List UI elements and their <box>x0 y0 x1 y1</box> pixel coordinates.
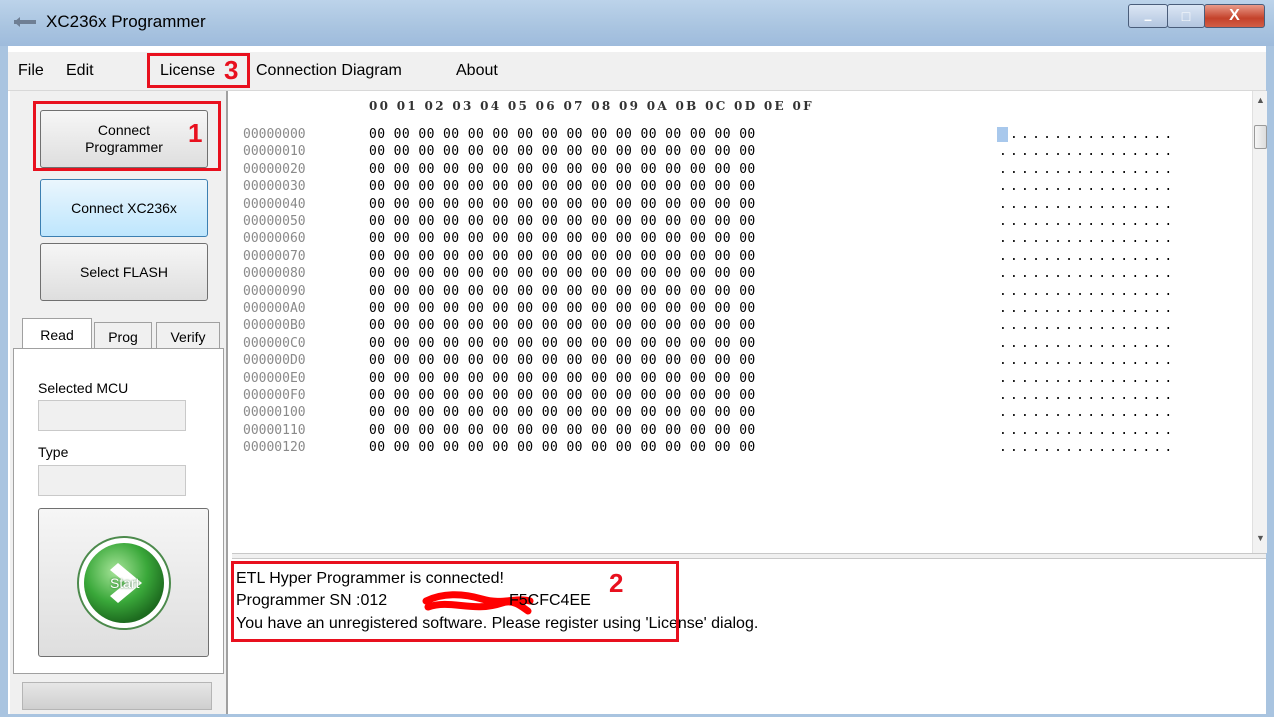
hex-bytes: 00 00 00 00 00 00 00 00 00 00 00 00 00 0… <box>369 318 756 334</box>
hex-bytes: 00 00 00 00 00 00 00 00 00 00 00 00 00 0… <box>369 301 756 316</box>
maximize-button[interactable]: □ <box>1167 4 1205 28</box>
hex-address: 00000070 <box>243 248 306 264</box>
hex-bytes: 00 00 00 00 00 00 00 00 00 00 00 00 00 0… <box>369 127 756 142</box>
tab-prog[interactable]: Prog <box>94 322 152 350</box>
menu-edit[interactable]: Edit <box>66 62 94 80</box>
hex-ascii: ................ <box>999 196 1176 212</box>
hex-ascii: ................ <box>999 301 1176 316</box>
annotation-1: 1 <box>188 118 203 148</box>
hex-ascii: ................ <box>999 388 1176 403</box>
annotation-2: 2 <box>609 568 624 598</box>
hex-address: 000000D0 <box>243 353 306 369</box>
progress-bar <box>22 682 212 710</box>
hex-address: 00000010 <box>243 144 306 160</box>
hex-ascii: ................ <box>999 318 1176 334</box>
connect-xc236x-button[interactable]: Connect XC236x <box>40 179 208 237</box>
hex-address: 00000110 <box>243 422 306 438</box>
menu-about[interactable]: About <box>456 62 498 80</box>
maximize-icon: □ <box>1181 8 1191 24</box>
hex-address: 00000000 <box>243 127 306 142</box>
hex-bytes: 00 00 00 00 00 00 00 00 00 00 00 00 00 0… <box>369 405 756 421</box>
window-frame-right <box>1266 46 1274 717</box>
menu-connection-diagram[interactable]: Connection Diagram <box>256 62 402 80</box>
tab-read-label: Read <box>40 326 74 343</box>
hex-bytes: 00 00 00 00 00 00 00 00 00 00 00 00 00 0… <box>369 440 756 456</box>
close-button[interactable]: X <box>1204 4 1265 28</box>
hex-ascii: ................ <box>999 283 1176 299</box>
hex-bytes: 00 00 00 00 00 00 00 00 00 00 00 00 00 0… <box>369 422 756 438</box>
hex-address: 000000B0 <box>243 318 306 334</box>
selected-mcu-label: Selected MCU <box>38 380 129 396</box>
connect-xc236x-label: Connect XC236x <box>71 199 177 216</box>
annotation-3: 3 <box>224 55 239 85</box>
select-flash-button[interactable]: Select FLASH <box>40 243 208 301</box>
tab-prog-label: Prog <box>108 328 138 345</box>
hex-bytes: 00 00 00 00 00 00 00 00 00 00 00 00 00 0… <box>369 283 756 299</box>
hex-ascii: ................ <box>999 335 1176 351</box>
hex-ascii: ................ <box>999 231 1176 247</box>
start-label: Start <box>110 575 140 591</box>
hex-ascii: ................ <box>999 127 1176 142</box>
hex-bytes: 00 00 00 00 00 00 00 00 00 00 00 00 00 0… <box>369 335 756 351</box>
hex-address: 00000100 <box>243 405 306 421</box>
hex-column-header: 00 01 02 03 04 05 06 07 08 09 0A 0B 0C 0… <box>369 99 814 113</box>
hex-ascii: ................ <box>999 422 1176 438</box>
window-frame-left <box>0 46 8 717</box>
hex-ascii: ................ <box>999 405 1176 421</box>
select-flash-label: Select FLASH <box>80 263 168 280</box>
minimize-icon: – <box>1144 11 1152 27</box>
hex-bytes: 00 00 00 00 00 00 00 00 00 00 00 00 00 0… <box>369 144 756 160</box>
tab-verify[interactable]: Verify <box>156 322 220 350</box>
hex-ascii: ................ <box>999 214 1176 229</box>
hex-bytes: 00 00 00 00 00 00 00 00 00 00 00 00 00 0… <box>369 266 756 282</box>
scroll-thumb[interactable] <box>1254 125 1267 149</box>
hex-ascii: ................ <box>999 440 1176 456</box>
hex-ascii: ................ <box>999 248 1176 264</box>
hex-address: 00000090 <box>243 283 306 299</box>
hex-address: 00000040 <box>243 196 306 212</box>
hex-address: 000000E0 <box>243 370 306 386</box>
hex-address: 000000C0 <box>243 335 306 351</box>
hex-ascii: ................ <box>999 144 1176 160</box>
hex-bytes: 00 00 00 00 00 00 00 00 00 00 00 00 00 0… <box>369 179 756 195</box>
hex-ascii: ................ <box>999 179 1176 195</box>
hex-address: 00000120 <box>243 440 306 456</box>
hex-bytes: 00 00 00 00 00 00 00 00 00 00 00 00 00 0… <box>369 388 756 403</box>
hex-address: 000000A0 <box>243 301 306 316</box>
minimize-button[interactable]: – <box>1128 4 1168 28</box>
window-title: XC236x Programmer <box>46 12 206 31</box>
tab-verify-label: Verify <box>170 328 206 345</box>
type-field <box>38 465 186 496</box>
hex-ascii: ................ <box>999 266 1176 282</box>
hex-ascii: ................ <box>999 353 1176 369</box>
hex-ascii: ................ <box>999 370 1176 386</box>
scroll-up-icon[interactable]: ▲ <box>1256 95 1265 105</box>
hex-address: 000000F0 <box>243 388 306 403</box>
hex-address: 00000020 <box>243 161 306 177</box>
hex-address: 00000030 <box>243 179 306 195</box>
hex-cursor <box>997 127 1008 142</box>
hex-bytes: 00 00 00 00 00 00 00 00 00 00 00 00 00 0… <box>369 161 756 177</box>
hex-view[interactable]: 00 01 02 03 04 05 06 07 08 09 0A 0B 0C 0… <box>232 91 1252 553</box>
hex-bytes: 00 00 00 00 00 00 00 00 00 00 00 00 00 0… <box>369 231 756 247</box>
close-icon: X <box>1229 7 1240 24</box>
hex-bytes: 00 00 00 00 00 00 00 00 00 00 00 00 00 0… <box>369 248 756 264</box>
hex-address: 00000050 <box>243 214 306 229</box>
hex-ascii: ................ <box>999 161 1176 177</box>
hex-scrollbar[interactable]: ▲ ▼ <box>1252 91 1267 553</box>
hex-address: 00000060 <box>243 231 306 247</box>
tab-read[interactable]: Read <box>22 318 92 350</box>
hex-bytes: 00 00 00 00 00 00 00 00 00 00 00 00 00 0… <box>369 370 756 386</box>
type-label: Type <box>38 444 69 460</box>
scroll-down-icon[interactable]: ▼ <box>1256 533 1265 543</box>
hex-address: 00000080 <box>243 266 306 282</box>
menu-file[interactable]: File <box>18 62 44 80</box>
app-icon <box>14 17 36 27</box>
hex-bytes: 00 00 00 00 00 00 00 00 00 00 00 00 00 0… <box>369 196 756 212</box>
hex-bytes: 00 00 00 00 00 00 00 00 00 00 00 00 00 0… <box>369 214 756 229</box>
selected-mcu-field <box>38 400 186 431</box>
start-button[interactable]: Start <box>38 508 209 657</box>
hex-bytes: 00 00 00 00 00 00 00 00 00 00 00 00 00 0… <box>369 353 756 369</box>
